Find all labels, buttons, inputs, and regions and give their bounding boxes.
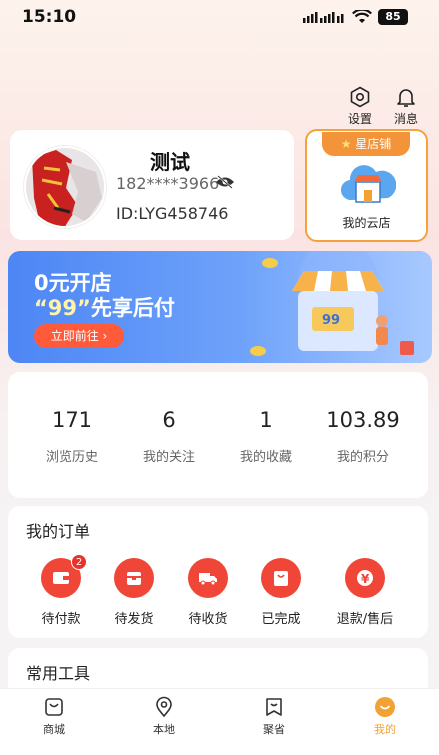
settings-hexagon-icon bbox=[350, 86, 370, 108]
shop-bag-icon bbox=[45, 698, 63, 716]
svg-text:99: 99 bbox=[322, 313, 340, 328]
order-to-receive[interactable]: 待收货 bbox=[168, 558, 248, 627]
store-tag: ★ 星店铺 bbox=[322, 132, 410, 156]
order-label: 待付款 bbox=[41, 612, 81, 627]
profile-name: 测试 bbox=[150, 150, 190, 174]
wifi-icon bbox=[352, 10, 372, 23]
bag-icon bbox=[261, 558, 301, 598]
order-label: 待收货 bbox=[188, 612, 228, 627]
stat-points[interactable]: 103.89 我的积分 bbox=[318, 408, 408, 465]
stat-label: 我的积分 bbox=[336, 450, 389, 465]
package-icon bbox=[114, 558, 154, 598]
tab-mall[interactable]: 商城 bbox=[14, 696, 94, 737]
order-to-ship[interactable]: 待发货 bbox=[94, 558, 174, 627]
avatar[interactable] bbox=[24, 146, 106, 228]
stat-label: 浏览历史 bbox=[45, 450, 98, 465]
banner-go-button[interactable]: 立即前往 › bbox=[34, 324, 124, 348]
messages-button[interactable]: 消息 bbox=[386, 86, 426, 127]
order-pending-payment[interactable]: 2 待付款 bbox=[21, 554, 101, 627]
messages-label: 消息 bbox=[393, 112, 418, 126]
stat-browse-history[interactable]: 171 浏览历史 bbox=[27, 408, 117, 465]
tab-label: 我的 bbox=[374, 723, 396, 736]
order-completed[interactable]: 已完成 bbox=[241, 558, 321, 627]
tab-label: 商城 bbox=[43, 723, 65, 736]
stat-value: 1 bbox=[259, 408, 273, 432]
tab-mine[interactable]: 我的 bbox=[345, 696, 425, 737]
stat-value: 6 bbox=[162, 408, 176, 432]
cloud-store-icon bbox=[341, 165, 396, 203]
order-label: 已完成 bbox=[261, 612, 301, 627]
svg-text:¥: ¥ bbox=[361, 572, 370, 586]
profile-id: ID:LYG458746 bbox=[116, 204, 229, 223]
battery-indicator: 85 bbox=[378, 9, 408, 25]
banner-text: 先享后付 bbox=[90, 296, 175, 320]
cellular-signal-icon bbox=[303, 12, 344, 23]
store-tag-label: 星店铺 bbox=[355, 137, 392, 151]
stat-favorites[interactable]: 1 我的收藏 bbox=[221, 408, 311, 465]
smile-face-icon bbox=[375, 697, 395, 717]
settings-label: 设置 bbox=[347, 112, 372, 126]
yen-icon: ¥ bbox=[345, 558, 385, 598]
bell-icon bbox=[397, 89, 415, 107]
stat-label: 我的收藏 bbox=[239, 450, 292, 465]
banner-subheadline: “99”先享后付 bbox=[34, 292, 175, 322]
order-refund[interactable]: ¥ 退款/售后 bbox=[325, 558, 405, 627]
stat-label: 我的关注 bbox=[142, 450, 195, 465]
order-label: 退款/售后 bbox=[336, 612, 394, 627]
eye-hidden-icon[interactable] bbox=[215, 175, 235, 189]
status-time: 15:10 bbox=[22, 7, 77, 27]
store-label: 我的云店 bbox=[342, 216, 391, 230]
wallet-icon: 2 bbox=[41, 554, 87, 598]
stat-following[interactable]: 6 我的关注 bbox=[124, 408, 214, 465]
bookmark-icon bbox=[266, 698, 282, 716]
location-pin-icon bbox=[156, 696, 172, 718]
banner-quote: “99” bbox=[34, 296, 91, 320]
stat-value: 171 bbox=[51, 408, 93, 432]
star-icon: ★ bbox=[340, 137, 352, 151]
order-label: 待发货 bbox=[114, 612, 154, 627]
tab-local[interactable]: 本地 bbox=[124, 696, 204, 737]
tab-save[interactable]: 聚省 bbox=[234, 696, 314, 737]
order-badge: 2 bbox=[71, 554, 87, 570]
profile-phone: 182****3966 bbox=[116, 174, 220, 193]
stat-value: 103.89 bbox=[326, 408, 400, 432]
settings-button[interactable]: 设置 bbox=[340, 86, 380, 127]
tools-title: 常用工具 bbox=[26, 664, 91, 683]
tab-label: 聚省 bbox=[263, 723, 285, 736]
truck-icon bbox=[188, 558, 228, 598]
tab-label: 本地 bbox=[153, 723, 175, 736]
orders-title: 我的订单 bbox=[26, 522, 91, 541]
